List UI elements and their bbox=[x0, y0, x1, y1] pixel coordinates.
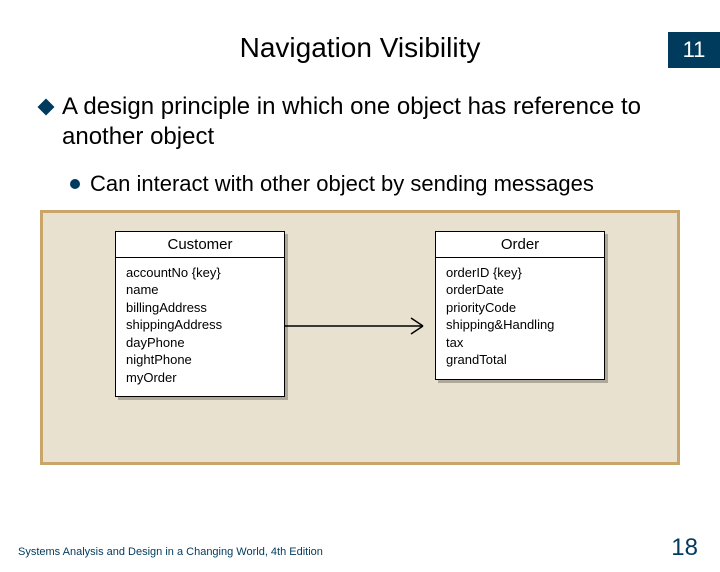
arrow-icon bbox=[285, 311, 435, 341]
uml-class-name-left: Customer bbox=[116, 232, 284, 258]
uml-attr: nightPhone bbox=[126, 351, 274, 369]
uml-attr: billingAddress bbox=[126, 299, 274, 317]
bullet-sub-text: Can interact with other object by sendin… bbox=[90, 170, 594, 198]
content-area: A design principle in which one object h… bbox=[40, 92, 680, 198]
uml-class-customer: Customer accountNo {key} name billingAdd… bbox=[115, 231, 285, 398]
uml-attr: priorityCode bbox=[446, 299, 594, 317]
uml-arrow-zone bbox=[285, 231, 435, 411]
uml-attr: name bbox=[126, 281, 274, 299]
uml-attr: orderDate bbox=[446, 281, 594, 299]
footer-text: Systems Analysis and Design in a Changin… bbox=[18, 546, 323, 558]
bullet-level-1: A design principle in which one object h… bbox=[40, 92, 680, 152]
chapter-number: 11 bbox=[683, 37, 706, 63]
bullet-level-2: Can interact with other object by sendin… bbox=[70, 170, 680, 198]
uml-attr: myOrder bbox=[126, 369, 274, 387]
uml-class-name-right: Order bbox=[436, 232, 604, 258]
uml-attr: accountNo {key} bbox=[126, 264, 274, 282]
slide-title: Navigation Visibility bbox=[0, 32, 720, 64]
chapter-number-badge: 11 bbox=[668, 32, 720, 68]
uml-diagram-frame: Customer accountNo {key} name billingAdd… bbox=[40, 210, 680, 465]
uml-attr: orderID {key} bbox=[446, 264, 594, 282]
uml-class-order: Order orderID {key} orderDate priorityCo… bbox=[435, 231, 605, 380]
uml-attr: shipping&Handling bbox=[446, 316, 594, 334]
uml-attr: dayPhone bbox=[126, 334, 274, 352]
bullet-main-text: A design principle in which one object h… bbox=[62, 92, 680, 152]
dot-bullet-icon bbox=[70, 179, 80, 189]
uml-attr: shippingAddress bbox=[126, 316, 274, 334]
uml-attr: tax bbox=[446, 334, 594, 352]
uml-attrs-left: accountNo {key} name billingAddress ship… bbox=[116, 258, 284, 397]
uml-container: Customer accountNo {key} name billingAdd… bbox=[73, 231, 647, 411]
uml-attrs-right: orderID {key} orderDate priorityCode shi… bbox=[436, 258, 604, 379]
uml-attr: grandTotal bbox=[446, 351, 594, 369]
page-number: 18 bbox=[671, 534, 698, 562]
diamond-bullet-icon bbox=[38, 99, 55, 116]
